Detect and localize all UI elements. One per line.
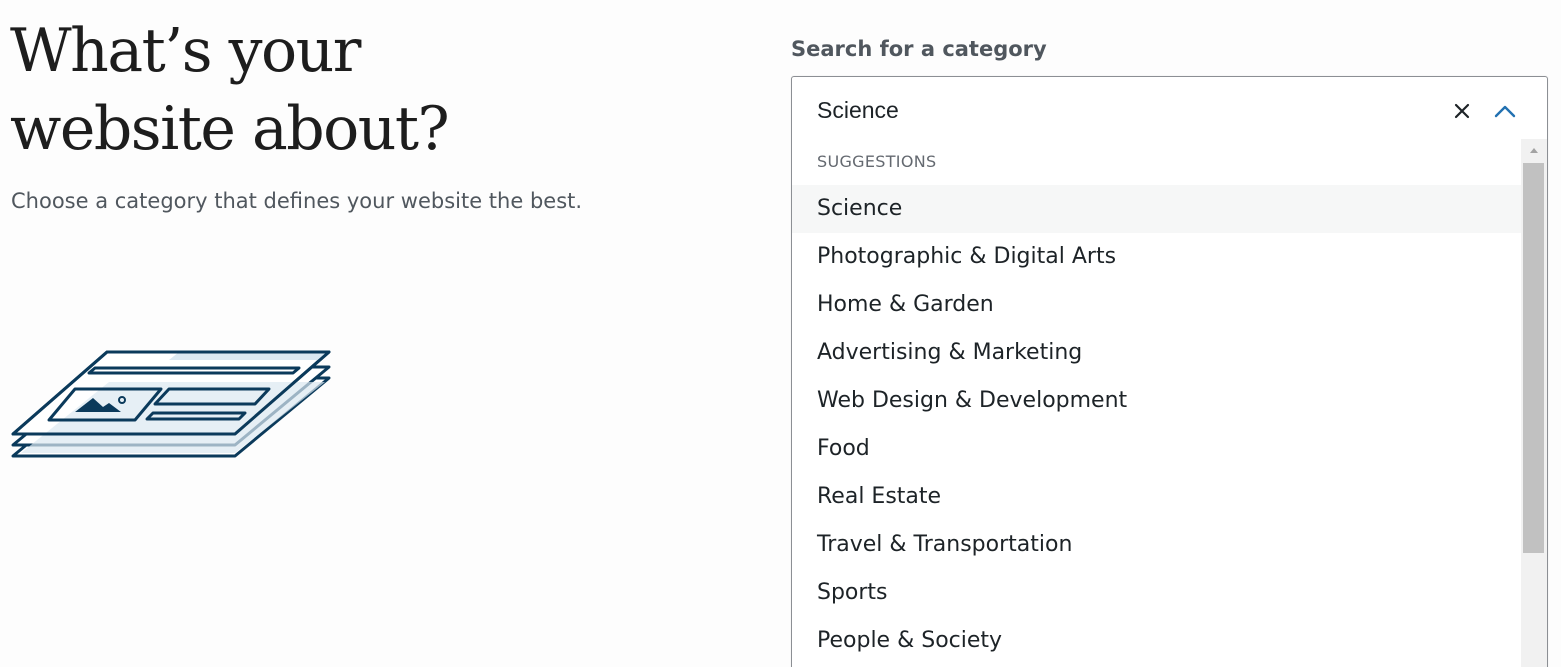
scroll-up-arrow-icon[interactable] xyxy=(1521,139,1547,161)
suggestion-option[interactable]: Web Design & Development xyxy=(792,377,1521,425)
suggestion-option[interactable]: Science xyxy=(792,185,1521,233)
suggestion-option[interactable]: Advertising & Marketing xyxy=(792,329,1521,377)
page-title-line-1: What’s your xyxy=(10,16,361,86)
page-subtitle: Choose a category that defines your webs… xyxy=(11,189,583,213)
toggle-suggestions-button[interactable] xyxy=(1492,99,1518,123)
suggestions-list: Science Photographic & Digital Arts Home &… xyxy=(792,185,1521,665)
suggestion-option[interactable]: Real Estate xyxy=(792,473,1521,521)
chevron-up-icon xyxy=(1494,105,1516,118)
clear-search-button[interactable] xyxy=(1450,99,1474,123)
suggestion-option[interactable]: Home & Garden xyxy=(792,281,1521,329)
scrollbar-thumb[interactable] xyxy=(1523,163,1544,553)
category-search-input[interactable]: Science xyxy=(792,77,1547,143)
site-category-step: What’s your website about? Choose a cate… xyxy=(0,0,1561,667)
close-icon xyxy=(1454,103,1470,119)
suggestion-option[interactable]: People & Society xyxy=(792,617,1521,665)
suggestion-option[interactable]: Sports xyxy=(792,569,1521,617)
website-pages-illustration xyxy=(11,350,331,458)
page-title: What’s your website about? xyxy=(10,12,570,168)
suggestions-scrollbar[interactable] xyxy=(1521,139,1547,667)
suggestion-option[interactable]: Food xyxy=(792,425,1521,473)
category-search-value[interactable]: Science xyxy=(817,95,899,125)
page-title-line-2: website about? xyxy=(10,94,450,164)
suggestions-heading: SUGGESTIONS xyxy=(817,152,937,171)
suggestion-option[interactable]: Photographic & Digital Arts xyxy=(792,233,1521,281)
category-combobox: Science SUGGESTIONS Science Photographic … xyxy=(791,76,1548,667)
category-search-label: Search for a category xyxy=(791,37,1047,61)
suggestion-option[interactable]: Travel & Transportation xyxy=(792,521,1521,569)
